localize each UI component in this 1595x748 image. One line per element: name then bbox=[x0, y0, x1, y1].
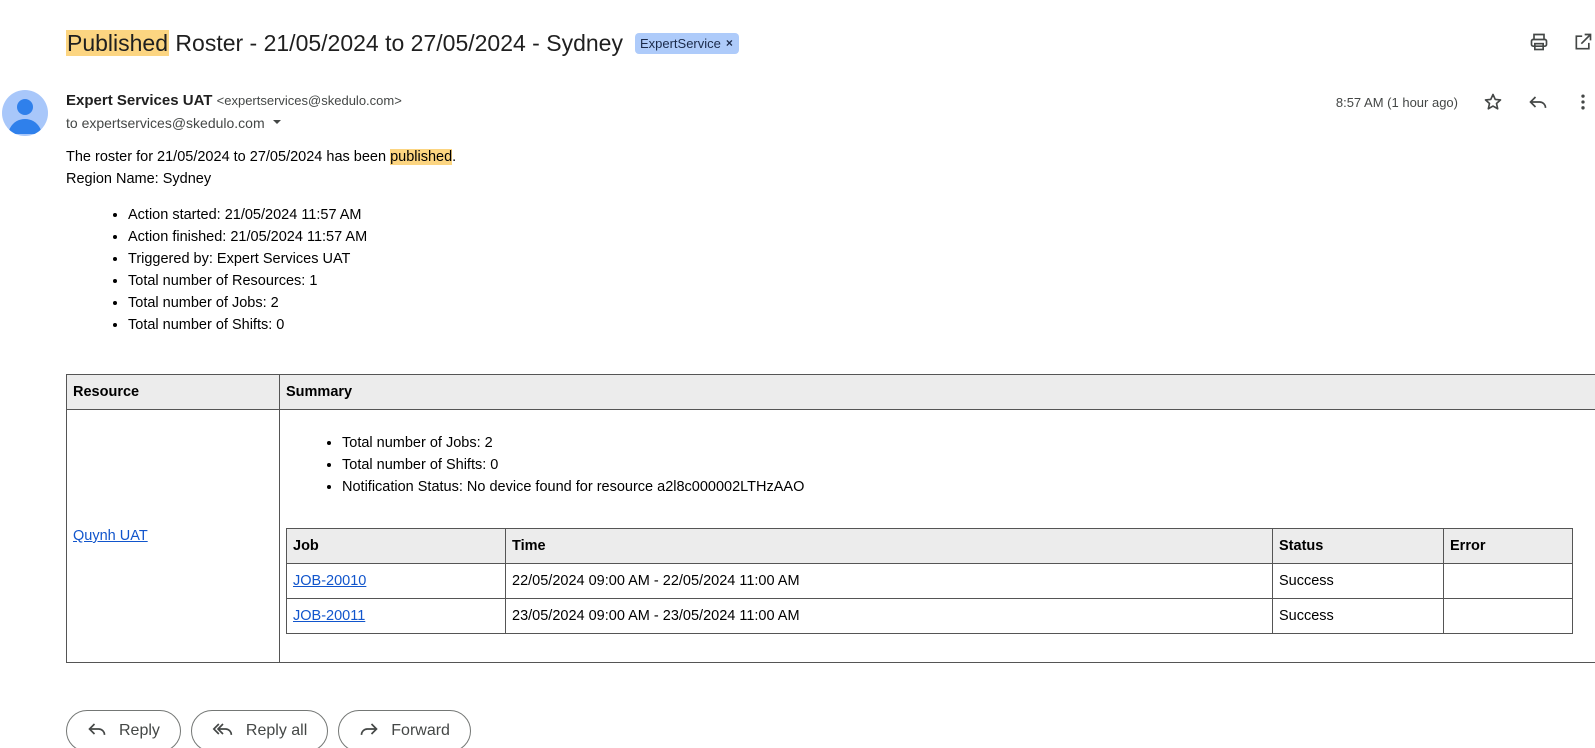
table-header-row: Resource Summary bbox=[66, 374, 1595, 410]
sender-email: <expertservices@skedulo.com> bbox=[216, 93, 402, 108]
sender-line: Expert Services UAT <expertservices@sked… bbox=[66, 92, 402, 109]
job-link[interactable]: JOB-20010 bbox=[293, 573, 366, 589]
email-subject: Published Roster - 21/05/2024 to 27/05/2… bbox=[66, 28, 623, 58]
column-header-summary: Summary bbox=[279, 374, 1595, 410]
list-item: Total number of Jobs: 2 bbox=[342, 432, 1593, 454]
reply-actions: Reply Reply all Forward bbox=[66, 710, 471, 748]
subject-highlight: Published bbox=[66, 30, 170, 56]
region-name: Region Name: Sydney bbox=[66, 171, 212, 187]
column-header-error: Error bbox=[1443, 528, 1573, 564]
label-chip-text: ExpertService bbox=[639, 35, 721, 51]
resource-cell: Quynh UAT bbox=[66, 409, 280, 663]
reply-all-button-label: Reply all bbox=[245, 722, 308, 739]
print-icon[interactable] bbox=[1527, 30, 1551, 54]
job-cell: JOB-20011 bbox=[286, 598, 506, 634]
error-cell bbox=[1443, 563, 1573, 599]
open-in-new-window-icon[interactable] bbox=[1571, 30, 1595, 54]
summary-list: Total number of Jobs: 2 Total number of … bbox=[342, 432, 1593, 498]
reply-icon[interactable] bbox=[1526, 90, 1550, 114]
column-header-status: Status bbox=[1272, 528, 1444, 564]
job-link[interactable]: JOB-20011 bbox=[293, 608, 365, 624]
timestamp: 8:57 AM (1 hour ago) bbox=[1335, 94, 1458, 110]
reply-button-label: Reply bbox=[119, 722, 160, 739]
email-body: The roster for 21/05/2024 to 27/05/2024 … bbox=[66, 146, 1595, 336]
forward-button-label: Forward bbox=[391, 722, 450, 739]
status-cell: Success bbox=[1272, 598, 1444, 634]
reply-all-button[interactable]: Reply all bbox=[190, 710, 329, 748]
remove-label-icon[interactable]: × bbox=[726, 36, 733, 50]
reply-all-icon bbox=[212, 719, 234, 744]
status-cell: Success bbox=[1272, 563, 1444, 599]
reply-button[interactable]: Reply bbox=[66, 710, 181, 748]
reply-icon bbox=[87, 719, 107, 744]
time-cell: 22/05/2024 09:00 AM - 22/05/2024 11:00 A… bbox=[505, 563, 1273, 599]
list-item: Action started: 21/05/2024 11:57 AM bbox=[128, 204, 1595, 226]
recipient-text: to expertservices@skedulo.com bbox=[66, 115, 265, 131]
list-item: Total number of Shifts: 0 bbox=[342, 454, 1593, 476]
table-row: JOB-20010 22/05/2024 09:00 AM - 22/05/20… bbox=[286, 563, 1573, 599]
column-header-job: Job bbox=[286, 528, 506, 564]
recipient-line[interactable]: to expertservices@skedulo.com bbox=[66, 115, 402, 131]
list-item: Action finished: 21/05/2024 11:57 AM bbox=[128, 226, 1595, 248]
list-item: Notification Status: No device found for… bbox=[342, 476, 1593, 498]
subject-text: Roster - 21/05/2024 to 27/05/2024 - Sydn… bbox=[169, 30, 623, 56]
column-header-resource: Resource bbox=[66, 374, 280, 410]
job-cell: JOB-20010 bbox=[286, 563, 506, 599]
avatar[interactable] bbox=[2, 90, 48, 136]
chevron-down-icon[interactable] bbox=[271, 115, 283, 131]
label-chip-expertservice[interactable]: ExpertService × bbox=[634, 32, 739, 54]
list-item: Total number of Jobs: 2 bbox=[128, 292, 1595, 314]
table-row: Quynh UAT Total number of Jobs: 2 Total … bbox=[66, 409, 1595, 663]
time-cell: 23/05/2024 09:00 AM - 23/05/2024 11:00 A… bbox=[505, 598, 1273, 634]
more-options-icon[interactable] bbox=[1571, 90, 1595, 114]
list-item: Triggered by: Expert Services UAT bbox=[128, 248, 1595, 270]
jobs-table: Job Time Status Error JOB-20010 22/05/20… bbox=[286, 528, 1573, 634]
intro-end: . bbox=[452, 149, 457, 165]
table-row: JOB-20011 23/05/2024 09:00 AM - 23/05/20… bbox=[286, 598, 1573, 634]
jobs-header-row: Job Time Status Error bbox=[286, 528, 1573, 564]
resource-summary-table: Resource Summary Quynh UAT Total number … bbox=[66, 374, 1595, 663]
column-header-time: Time bbox=[505, 528, 1273, 564]
message-header-actions: 8:57 AM (1 hour ago) bbox=[1336, 90, 1595, 114]
email-subject-row: Published Roster - 21/05/2024 to 27/05/2… bbox=[66, 26, 739, 60]
sender-block: Expert Services UAT <expertservices@sked… bbox=[66, 92, 402, 131]
forward-button[interactable]: Forward bbox=[338, 710, 471, 748]
list-item: Total number of Resources: 1 bbox=[128, 270, 1595, 292]
summary-cell: Total number of Jobs: 2 Total number of … bbox=[279, 409, 1595, 663]
error-cell bbox=[1443, 598, 1573, 634]
star-icon[interactable] bbox=[1481, 90, 1505, 114]
intro-highlight: published bbox=[390, 149, 453, 165]
sender-name[interactable]: Expert Services UAT bbox=[66, 92, 212, 109]
resource-link[interactable]: Quynh UAT bbox=[73, 528, 148, 544]
intro-text: The roster for 21/05/2024 to 27/05/2024 … bbox=[66, 149, 391, 165]
list-item: Total number of Shifts: 0 bbox=[128, 314, 1595, 336]
action-meta-list: Action started: 21/05/2024 11:57 AM Acti… bbox=[128, 204, 1595, 336]
forward-icon bbox=[359, 719, 379, 744]
intro-paragraph: The roster for 21/05/2024 to 27/05/2024 … bbox=[66, 146, 1595, 168]
top-toolbar bbox=[1527, 30, 1595, 54]
